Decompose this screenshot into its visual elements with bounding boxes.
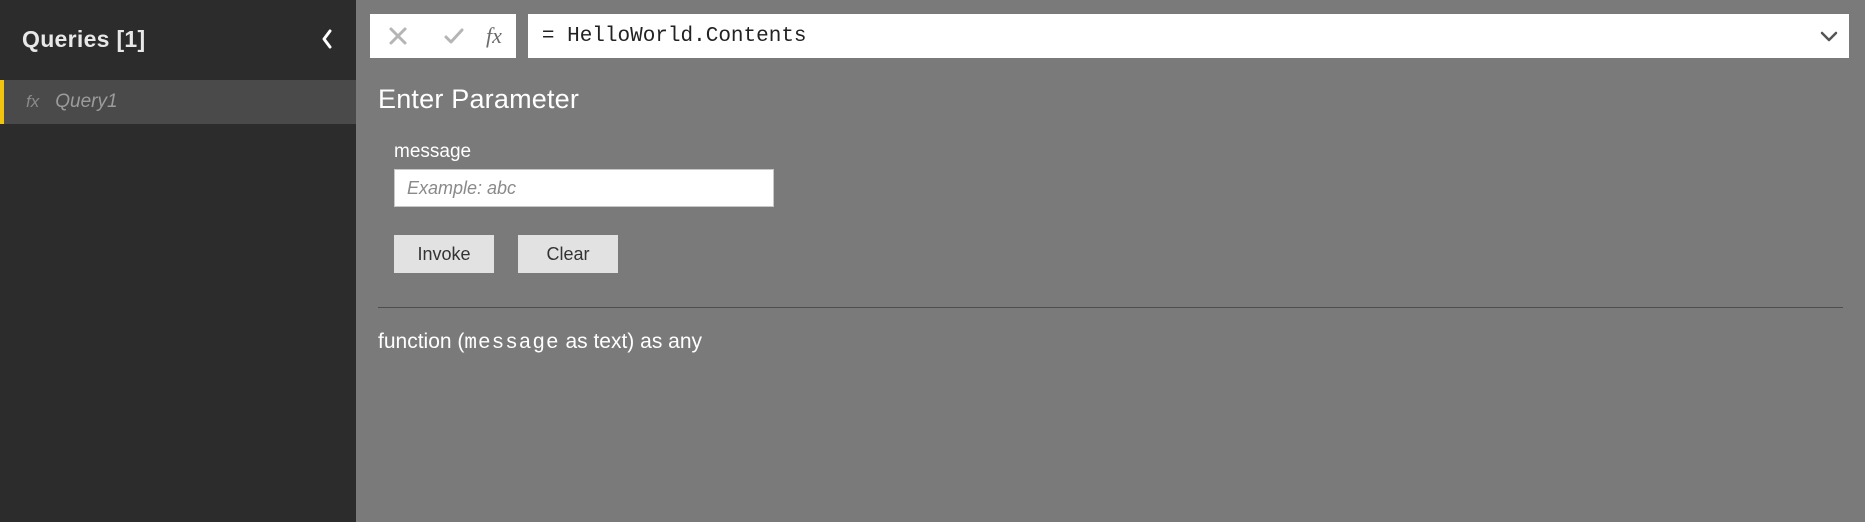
formula-input[interactable] bbox=[528, 14, 1849, 58]
function-panel: Enter Parameter message Invoke Clear fun… bbox=[356, 58, 1865, 355]
signature-prefix: function ( bbox=[378, 330, 464, 353]
cancel-button[interactable] bbox=[370, 14, 426, 58]
query-list: fx Query1 bbox=[0, 78, 356, 522]
formula-actions: fx bbox=[370, 14, 516, 58]
message-input[interactable] bbox=[394, 169, 774, 207]
signature-suffix: as text) as any bbox=[560, 330, 702, 353]
button-row: Invoke Clear bbox=[394, 235, 1843, 273]
invoke-button[interactable]: Invoke bbox=[394, 235, 494, 273]
sidebar-title: Queries [1] bbox=[22, 26, 145, 53]
expand-formula-icon[interactable] bbox=[1819, 29, 1839, 43]
formula-bar: fx bbox=[356, 0, 1865, 58]
function-signature: function (message as text) as any bbox=[378, 330, 1843, 355]
divider bbox=[378, 307, 1843, 308]
formula-input-wrap bbox=[528, 14, 1849, 58]
panel-title: Enter Parameter bbox=[378, 84, 1843, 115]
fx-icon[interactable]: fx bbox=[482, 23, 516, 49]
signature-param: message bbox=[464, 332, 559, 355]
query-item-label: Query1 bbox=[55, 91, 117, 113]
clear-button[interactable]: Clear bbox=[518, 235, 618, 273]
param-block: message Invoke Clear bbox=[378, 141, 1843, 273]
commit-button[interactable] bbox=[426, 14, 482, 58]
param-label: message bbox=[394, 141, 1843, 163]
function-icon: fx bbox=[26, 92, 39, 112]
query-item[interactable]: fx Query1 bbox=[0, 80, 356, 124]
main-content: fx Enter Parameter message Invoke Clear … bbox=[356, 0, 1865, 522]
sidebar-header: Queries [1] bbox=[0, 0, 356, 78]
collapse-sidebar-icon[interactable] bbox=[320, 28, 334, 50]
queries-sidebar: Queries [1] fx Query1 bbox=[0, 0, 356, 522]
